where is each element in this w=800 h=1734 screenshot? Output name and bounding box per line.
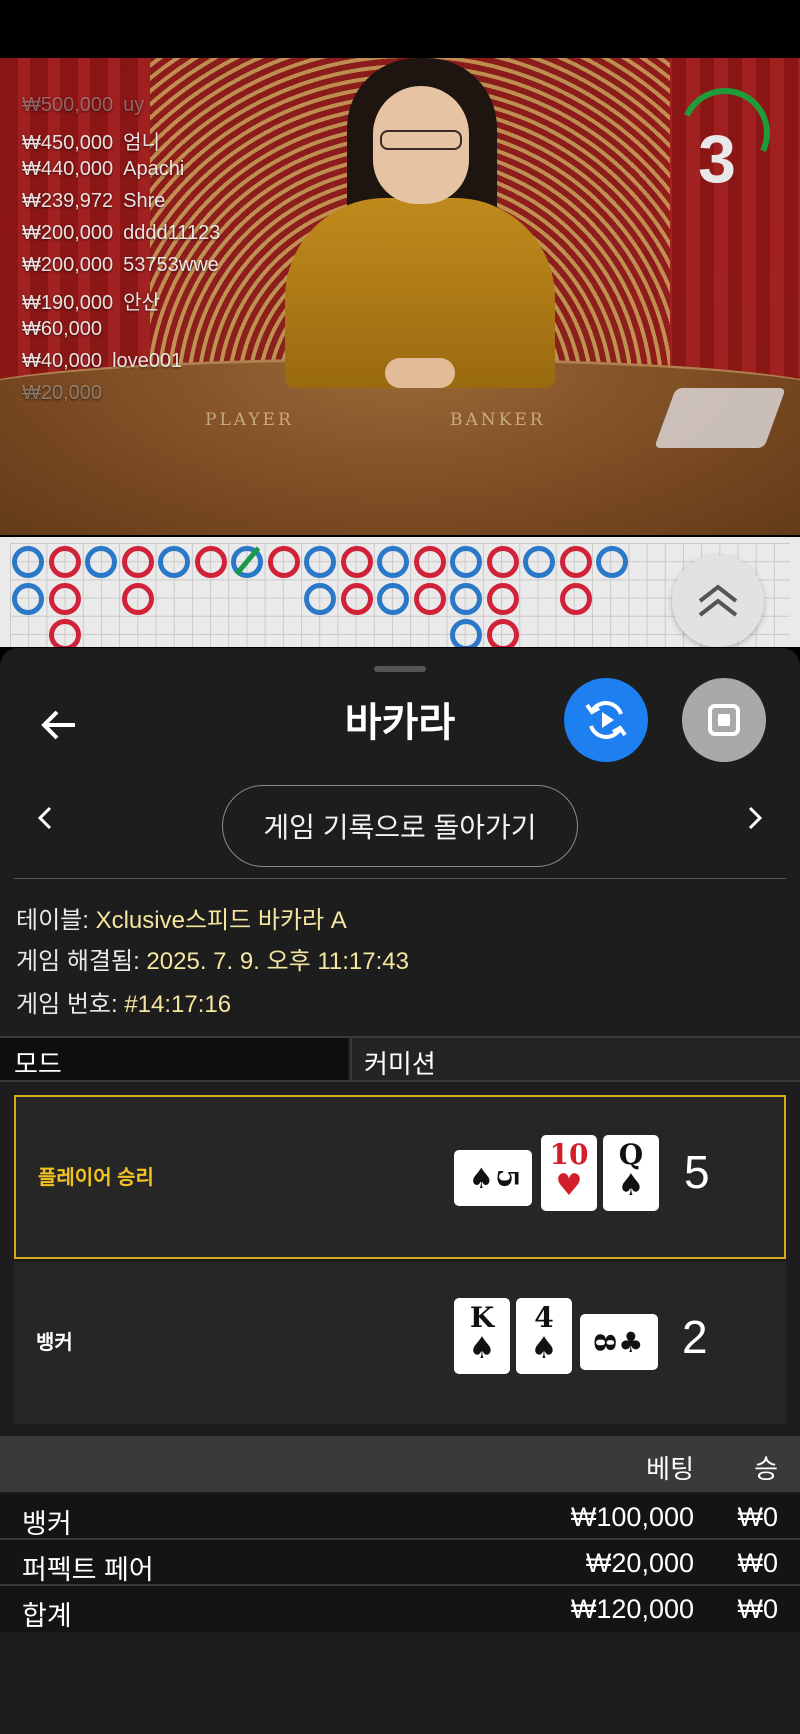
stop-button[interactable] <box>682 678 766 762</box>
player-bead <box>596 546 628 578</box>
player-bead <box>377 582 409 615</box>
table-label-banker: BANKER <box>450 410 546 430</box>
winner-row: ₩440,000 Apachi <box>22 158 185 180</box>
banker-bead <box>340 582 373 615</box>
player-bead <box>85 546 117 578</box>
mode-row: 모드 커미션 <box>0 1036 800 1082</box>
winner-row: ₩200,000 dddd11123 <box>22 222 221 244</box>
arrow-left-icon <box>41 710 75 740</box>
banker-bead <box>121 546 154 578</box>
banker-bead <box>486 582 519 615</box>
playing-card: Q ♠ <box>603 1135 659 1211</box>
winner-row: ₩60,000 <box>22 318 103 340</box>
table-row: 퍼펙트 페어 ₩20,000 ₩0 <box>0 1540 800 1586</box>
player-score: 5 <box>684 1146 710 1198</box>
status-bar <box>0 0 800 58</box>
back-to-history-button[interactable]: 게임 기록으로 돌아가기 <box>222 785 578 867</box>
winner-row: ₩20,000 <box>22 382 103 404</box>
back-button[interactable] <box>36 702 82 748</box>
playing-card: 8 ♣ <box>580 1314 658 1370</box>
table-info: 테이블: Xclusive스피드 바카라 A <box>16 907 347 934</box>
mode-value: 커미션 <box>350 1038 800 1080</box>
winners-list: ₩500,000 uy ₩450,000 엄니 ₩440,000 Apachi ₩23… <box>22 94 220 414</box>
player-bead <box>304 582 336 615</box>
sheet-grabber[interactable] <box>374 666 426 672</box>
banker-bead <box>559 546 592 578</box>
next-game-button[interactable] <box>740 798 770 838</box>
replay-icon <box>585 701 627 739</box>
player-bead <box>450 546 482 578</box>
player-bead <box>12 582 44 615</box>
playing-card: 4 ♠ <box>516 1298 572 1374</box>
live-video[interactable]: PLAYER BANKER ₩500,000 uy ₩450,000 엄니 ₩440… <box>0 58 800 535</box>
player-bead <box>304 546 336 578</box>
playing-card: K ♠ <box>454 1298 510 1374</box>
player-bead <box>523 546 555 578</box>
winner-row: ₩190,000 안산 <box>22 292 160 314</box>
banker-result-label: 뱅커 <box>36 1332 73 1354</box>
banker-result: 뱅커 K ♠ 4 ♠ 8 ♣ 2 <box>14 1262 786 1424</box>
banker-bead <box>267 546 300 578</box>
divider <box>14 878 786 879</box>
player-bead <box>450 619 482 647</box>
banker-score: 2 <box>682 1311 708 1363</box>
banker-bead <box>486 619 519 647</box>
winner-row: ₩40,000 love001 <box>22 350 183 372</box>
banker-bead <box>194 546 227 578</box>
column-header-bet: 베팅 <box>646 1454 694 1484</box>
player-bead <box>12 546 44 578</box>
expand-button[interactable] <box>672 555 764 647</box>
table-row-total: 합계 ₩120,000 ₩0 <box>0 1586 800 1632</box>
winner-row: ₩450,000 엄니 <box>22 132 160 154</box>
player-bead <box>158 546 190 578</box>
winner-row: ₩239,972 Shre <box>22 190 166 212</box>
double-chevron-up-icon <box>698 584 738 617</box>
winner-row: ₩200,000 53753wwe <box>22 254 219 276</box>
player-result: 플레이어 승리 ♠ 5 10 ♥ Q ♠ 5 <box>14 1095 786 1259</box>
chevron-right-icon <box>748 806 763 830</box>
column-header-win: 승 <box>754 1454 778 1484</box>
banker-bead <box>413 582 446 615</box>
banker-bead <box>48 546 81 578</box>
banker-bead <box>559 582 592 615</box>
card-shoe <box>654 388 786 448</box>
banker-bead <box>340 546 373 578</box>
countdown-number: 3 <box>698 121 736 197</box>
playing-card: ♠ 5 <box>454 1150 532 1206</box>
game-number-info: 게임 번호: #14:17:16 <box>16 991 232 1018</box>
banker-bead <box>486 546 519 578</box>
table-row: 뱅커 ₩100,000 ₩0 <box>0 1494 800 1540</box>
banker-bead <box>121 582 154 615</box>
banker-bead <box>48 619 81 647</box>
game-detail-sheet: 바카라 게임 기록으로 돌아가기 테이블: Xclusive스피드 바카라 A … <box>0 648 800 1734</box>
chevron-left-icon <box>37 806 52 830</box>
mode-label: 모드 <box>0 1038 348 1080</box>
winner-row: ₩500,000 uy <box>22 94 145 116</box>
player-bead <box>450 582 482 615</box>
resolved-info: 게임 해결됨: 2025. 7. 9. 오후 11:17:43 <box>16 948 409 975</box>
banker-bead <box>48 582 81 615</box>
dealer <box>285 58 555 388</box>
player-result-label: 플레이어 승리 <box>38 1167 154 1189</box>
history-button[interactable] <box>564 678 648 762</box>
player-bead <box>377 546 409 578</box>
playing-card: 10 ♥ <box>541 1135 597 1211</box>
previous-game-button[interactable] <box>30 798 60 838</box>
page-title: 바카라 <box>344 701 456 745</box>
stop-icon <box>708 704 740 736</box>
banker-bead <box>413 546 446 578</box>
bets-table-header: 베팅 승 <box>0 1436 800 1492</box>
